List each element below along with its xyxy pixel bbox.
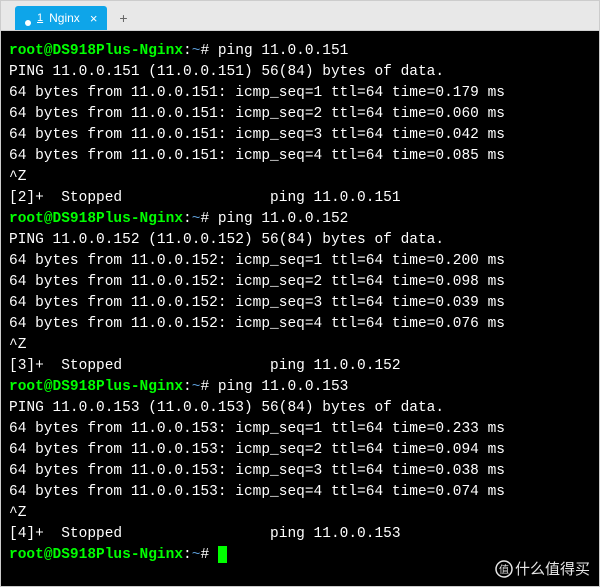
watermark: 值 什么值得买	[495, 558, 590, 579]
tab-title: Nginx	[49, 11, 80, 25]
ping-header: PING 11.0.0.151 (11.0.0.151) 56(84) byte…	[9, 62, 591, 83]
ping-reply: 64 bytes from 11.0.0.152: icmp_seq=1 ttl…	[9, 251, 591, 272]
ping-reply: 64 bytes from 11.0.0.151: icmp_seq=2 ttl…	[9, 104, 591, 125]
ping-reply: 64 bytes from 11.0.0.153: icmp_seq=1 ttl…	[9, 419, 591, 440]
watermark-icon: 值	[495, 560, 513, 578]
prompt-line: root@DS918Plus-Nginx:~# ping 11.0.0.152	[9, 209, 591, 230]
tab-indicator-icon	[25, 15, 31, 21]
job-stopped: [2]+ Stopped ping 11.0.0.151	[9, 188, 591, 209]
suspend-signal: ^Z	[9, 503, 591, 524]
prompt-line: root@DS918Plus-Nginx:~# ping 11.0.0.151	[9, 41, 591, 62]
tab-nginx[interactable]: 1 Nginx ×	[15, 6, 107, 30]
ping-reply: 64 bytes from 11.0.0.151: icmp_seq=3 ttl…	[9, 125, 591, 146]
svg-text:值: 值	[499, 563, 509, 576]
suspend-signal: ^Z	[9, 167, 591, 188]
ping-reply: 64 bytes from 11.0.0.151: icmp_seq=1 ttl…	[9, 83, 591, 104]
ping-reply: 64 bytes from 11.0.0.153: icmp_seq=3 ttl…	[9, 461, 591, 482]
ping-header: PING 11.0.0.152 (11.0.0.152) 56(84) byte…	[9, 230, 591, 251]
ping-reply: 64 bytes from 11.0.0.153: icmp_seq=2 ttl…	[9, 440, 591, 461]
ping-reply: 64 bytes from 11.0.0.153: icmp_seq=4 ttl…	[9, 482, 591, 503]
ping-header: PING 11.0.0.153 (11.0.0.153) 56(84) byte…	[9, 398, 591, 419]
new-tab-button[interactable]: +	[111, 6, 135, 30]
tab-close-icon[interactable]: ×	[90, 12, 98, 25]
terminal-window: 1 Nginx × + root@DS918Plus-Nginx:~# ping…	[0, 0, 600, 587]
watermark-text: 什么值得买	[515, 558, 590, 579]
ping-reply: 64 bytes from 11.0.0.151: icmp_seq=4 ttl…	[9, 146, 591, 167]
ping-reply: 64 bytes from 11.0.0.152: icmp_seq=4 ttl…	[9, 314, 591, 335]
prompt-line: root@DS918Plus-Nginx:~# ping 11.0.0.153	[9, 377, 591, 398]
ping-reply: 64 bytes from 11.0.0.152: icmp_seq=2 ttl…	[9, 272, 591, 293]
job-stopped: [4]+ Stopped ping 11.0.0.153	[9, 524, 591, 545]
ping-reply: 64 bytes from 11.0.0.152: icmp_seq=3 ttl…	[9, 293, 591, 314]
suspend-signal: ^Z	[9, 335, 591, 356]
tab-bar: 1 Nginx × +	[1, 1, 599, 31]
terminal-output[interactable]: root@DS918Plus-Nginx:~# ping 11.0.0.151P…	[1, 31, 599, 586]
cursor-icon	[218, 546, 227, 563]
tab-number: 1	[37, 12, 43, 24]
job-stopped: [3]+ Stopped ping 11.0.0.152	[9, 356, 591, 377]
